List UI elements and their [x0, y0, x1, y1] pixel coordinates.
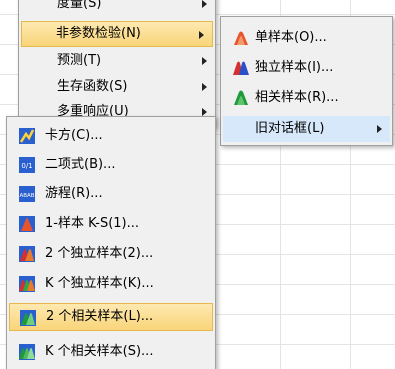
menu-item-two-related-samples[interactable]: 2 个相关样本(L)...	[9, 303, 213, 331]
svg-text:ABAB: ABAB	[19, 193, 34, 199]
menu-item-label: 二项式(B)...	[45, 157, 116, 172]
menu-item-related-samples[interactable]: 相关样本(R)...	[221, 85, 392, 111]
menu-item-label: 卡方(C)...	[45, 128, 103, 143]
runs-icon: ABAB	[19, 186, 35, 202]
one-sample-icon	[233, 30, 249, 46]
menu-item-nonparametric-tests[interactable]: 非参数检验(N)	[21, 21, 213, 47]
menu-item-runs[interactable]: ABAB 游程(R)...	[7, 181, 215, 207]
menu-item-label: 度量(S)	[57, 0, 102, 11]
menu-item-label: 生存函数(S)	[57, 79, 128, 94]
k-related-samples-icon	[19, 344, 35, 360]
menu-item-survival[interactable]: 生存函数(S)	[19, 74, 215, 100]
binomial-icon: 0/1	[19, 157, 35, 173]
menu-item-one-sample[interactable]: 单样本(O)...	[221, 25, 392, 51]
k-independent-samples-icon	[19, 276, 35, 292]
menu-item-label: K 个独立样本(K)...	[45, 276, 154, 291]
menu-item-scale[interactable]: 度量(S)	[19, 0, 215, 17]
menu-item-k-independent-samples[interactable]: K 个独立样本(K)...	[7, 271, 215, 297]
independent-samples-icon	[233, 60, 249, 76]
submenu-arrow-icon	[202, 108, 207, 116]
menu-item-label: 2 个独立样本(2)...	[45, 246, 154, 261]
two-independent-samples-icon	[19, 246, 35, 262]
menu-item-label: K 个相关样本(S)...	[45, 344, 154, 359]
menu-item-label: 预测(T)	[57, 53, 102, 68]
menu-item-binomial[interactable]: 0/1 二项式(B)...	[7, 152, 215, 178]
submenu-arrow-icon	[202, 83, 207, 91]
menu-item-forecasting[interactable]: 预测(T)	[19, 48, 215, 74]
menu-item-independent-samples[interactable]: 独立样本(I)...	[221, 55, 392, 81]
menu-item-label: 2 个相关样本(L)...	[46, 309, 154, 324]
menu-item-chi-square[interactable]: 卡方(C)...	[7, 123, 215, 149]
svg-text:0/1: 0/1	[21, 162, 32, 170]
submenu-arrow-icon	[202, 57, 207, 65]
two-related-samples-icon	[20, 310, 36, 326]
nonparametric-submenu: 单样本(O)... 独立样本(I)... 相关样本(R)... 旧对话框(L)	[220, 16, 393, 146]
menu-item-label: 独立样本(I)...	[255, 60, 334, 75]
menu-item-label: 相关样本(R)...	[255, 90, 339, 105]
menu-item-two-independent-samples[interactable]: 2 个独立样本(2)...	[7, 241, 215, 267]
submenu-arrow-icon	[202, 0, 207, 8]
related-samples-icon	[233, 90, 249, 106]
menu-item-legacy-dialogs[interactable]: 旧对话框(L)	[223, 116, 390, 142]
submenu-arrow-icon	[199, 31, 204, 39]
menu-item-label: 非参数检验(N)	[56, 26, 141, 41]
menu-item-label: 1-样本 K-S(1)...	[45, 216, 140, 231]
legacy-dialogs-submenu: 卡方(C)... 0/1 二项式(B)... ABAB 游程(R)... 1-样…	[6, 116, 216, 369]
menu-item-k-related-samples[interactable]: K 个相关样本(S)...	[7, 339, 215, 365]
ks-one-sample-icon	[19, 216, 35, 232]
menu-item-label: 单样本(O)...	[255, 30, 327, 45]
analyze-menu: 度量(S) 非参数检验(N) 预测(T) 生存函数(S) 多重响应(U)	[18, 0, 216, 128]
submenu-arrow-icon	[377, 125, 382, 133]
menu-item-ks-one-sample[interactable]: 1-样本 K-S(1)...	[7, 211, 215, 237]
menu-item-label: 旧对话框(L)	[255, 121, 325, 136]
menu-item-label: 游程(R)...	[45, 186, 103, 201]
chi-square-icon	[19, 128, 35, 144]
